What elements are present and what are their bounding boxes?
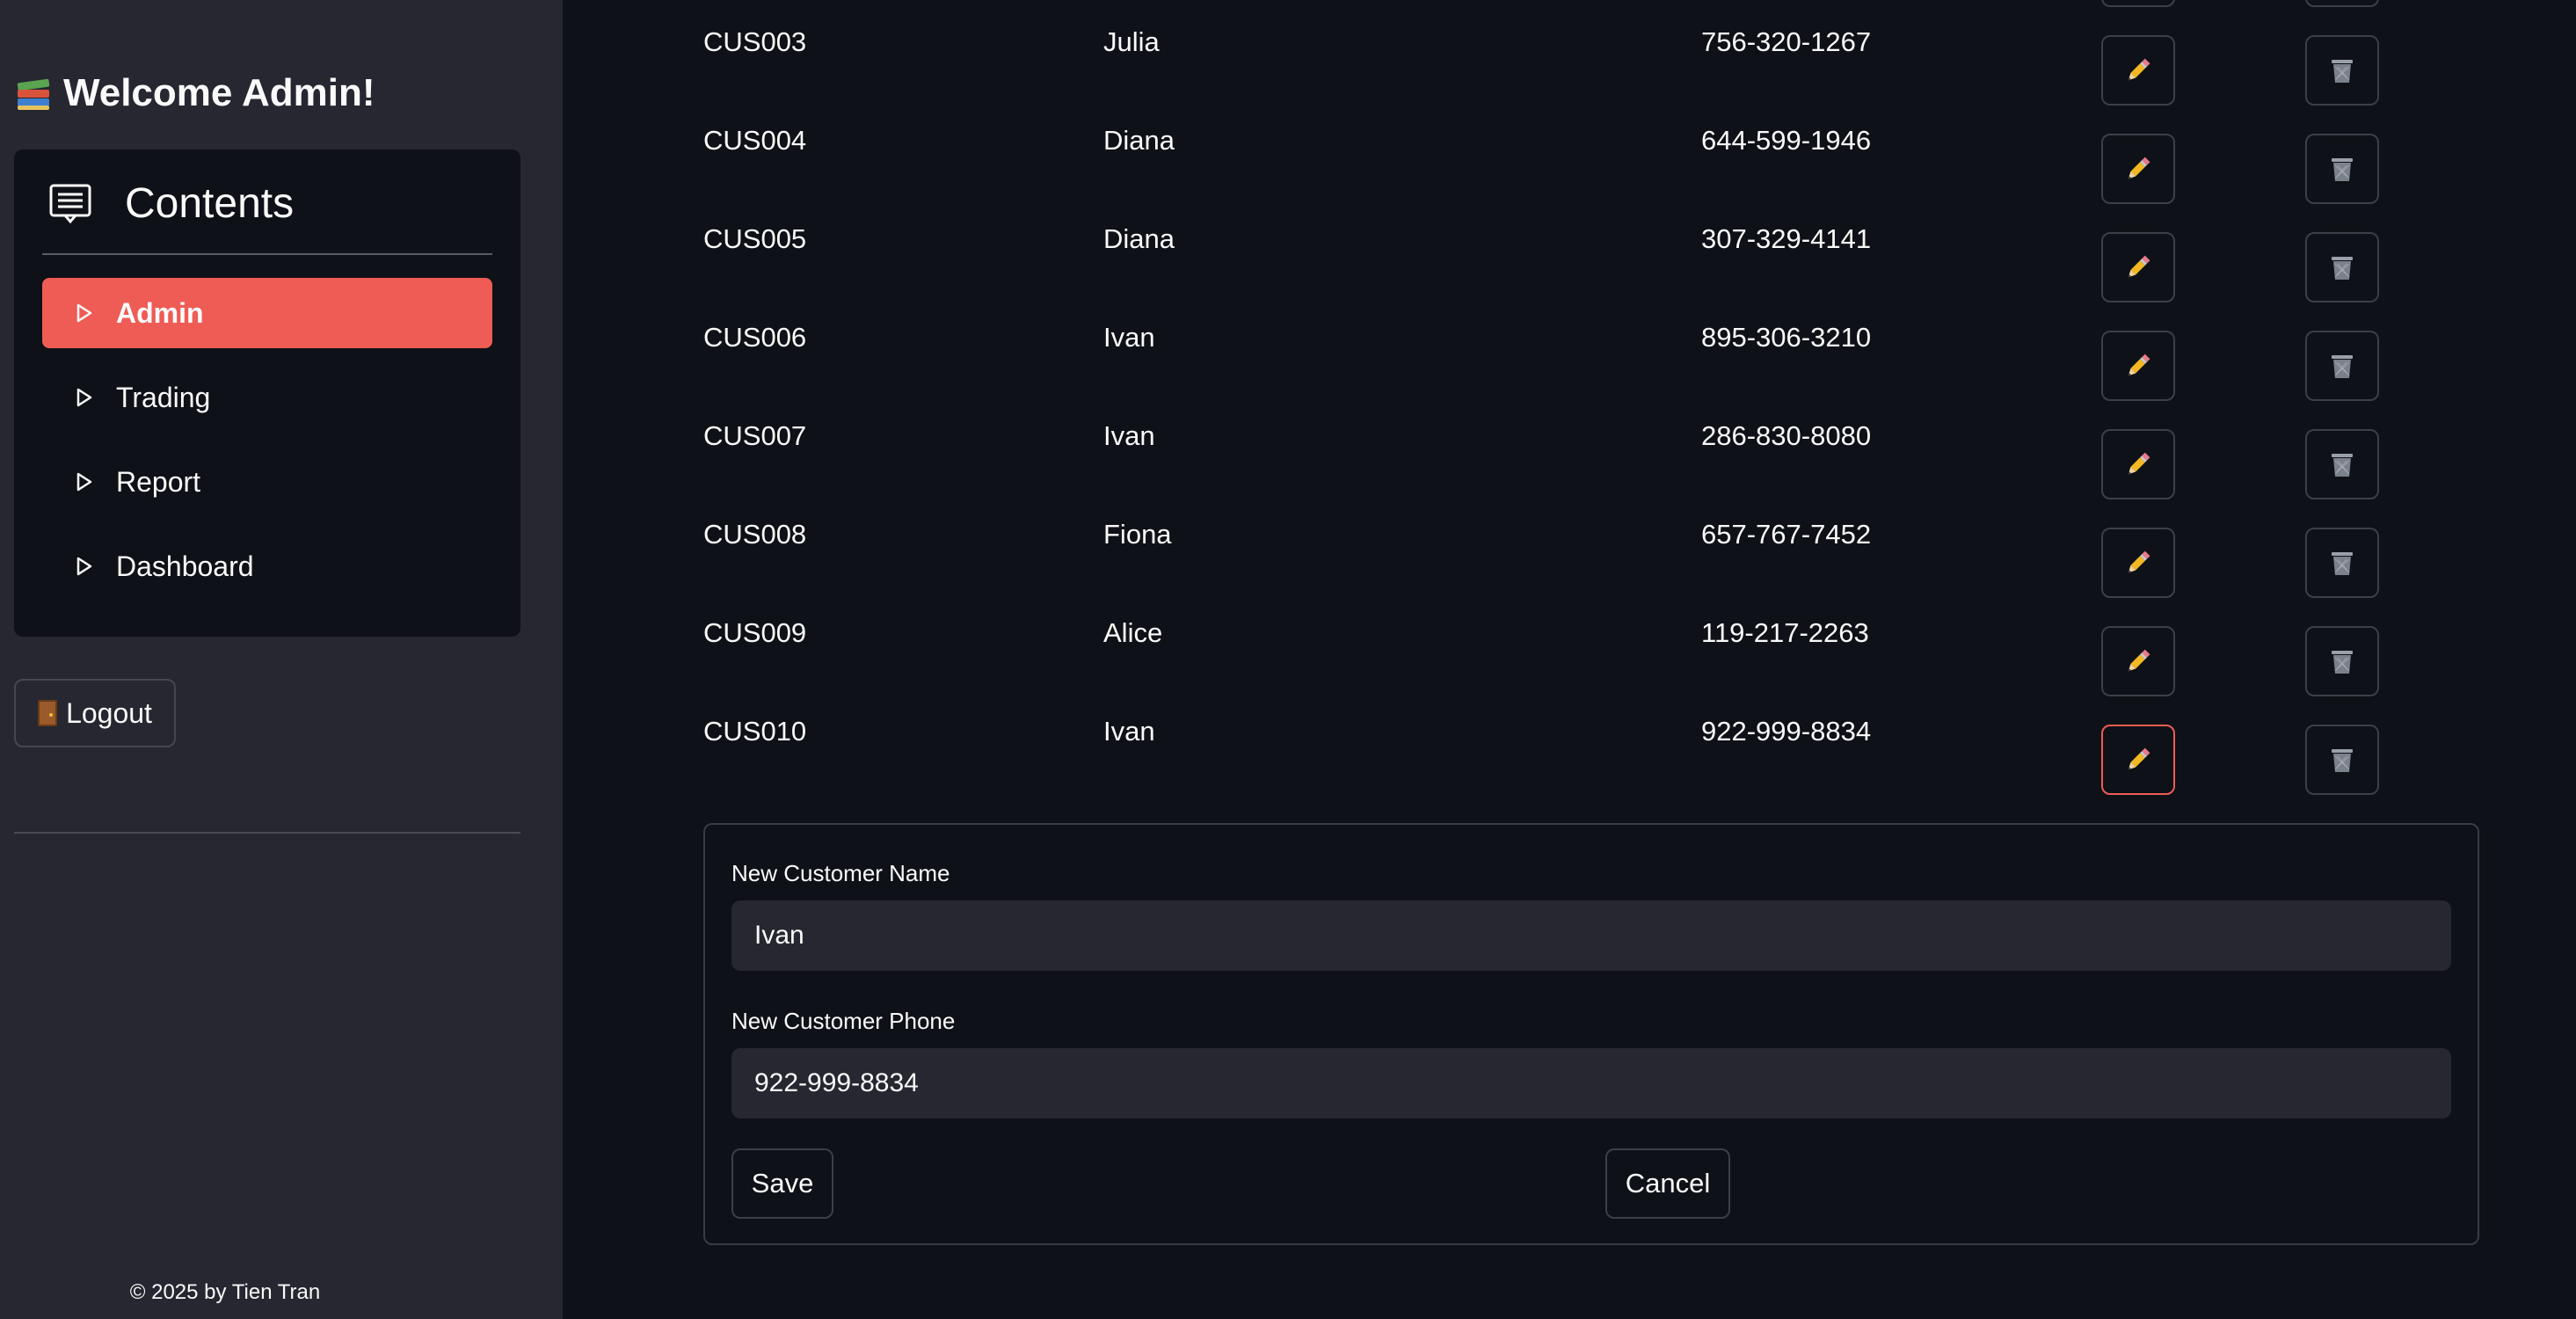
edit-button[interactable] xyxy=(2101,528,2175,598)
delete-button[interactable] xyxy=(2305,35,2379,106)
customer-phone: 657-767-7452 xyxy=(1701,519,1872,550)
delete-button[interactable] xyxy=(2305,626,2379,696)
edit-button[interactable] xyxy=(2101,626,2175,696)
trash-icon xyxy=(2332,651,2353,674)
trash-icon xyxy=(2332,60,2353,83)
customer-phone: 922-999-8834 xyxy=(1701,716,1872,747)
trash-icon xyxy=(2332,158,2353,181)
sidebar-divider xyxy=(14,832,520,834)
customer-name: Diana xyxy=(1103,125,1175,156)
edit-button[interactable] xyxy=(2101,232,2175,302)
delete-button[interactable] xyxy=(2305,528,2379,598)
customer-phone: 895-306-3210 xyxy=(1701,322,1872,353)
pencil-icon xyxy=(2128,550,2150,573)
customer-name-input[interactable] xyxy=(731,900,2451,971)
customer-id: CUS010 xyxy=(703,716,807,747)
table-row: CUS004 Diana 644-599-1946 xyxy=(563,98,2576,204)
delete-button[interactable] xyxy=(2305,429,2379,499)
trash-icon xyxy=(2332,552,2353,575)
triangle-right-icon xyxy=(76,303,92,323)
customer-name: Alice xyxy=(1103,617,1163,648)
menu-title: Contents xyxy=(125,179,295,227)
save-button[interactable]: Save xyxy=(731,1148,833,1219)
trash-icon xyxy=(2332,454,2353,477)
customer-id: CUS005 xyxy=(703,223,807,254)
edit-button[interactable] xyxy=(2101,725,2175,795)
delete-button[interactable] xyxy=(2305,331,2379,401)
edit-button[interactable] xyxy=(2101,134,2175,204)
pencil-icon xyxy=(2128,58,2150,81)
edit-button[interactable] xyxy=(2101,35,2175,106)
customer-phone: 756-320-1267 xyxy=(1701,26,1872,57)
menu-item-report[interactable]: Report xyxy=(42,447,492,517)
pencil-icon xyxy=(2128,649,2150,672)
customer-name: Diana xyxy=(1103,223,1175,254)
delete-button[interactable] xyxy=(2305,232,2379,302)
table-row: CUS010 Ivan 922-999-8834 xyxy=(563,689,2576,795)
menu-item-label: Report xyxy=(116,465,201,498)
triangle-right-icon xyxy=(76,557,92,576)
customer-id: CUS006 xyxy=(703,322,807,353)
customer-id: CUS007 xyxy=(703,420,807,451)
phone-field-label: New Customer Phone xyxy=(731,1008,956,1034)
books-icon xyxy=(16,76,51,111)
table-row: CUS006 Ivan 895-306-3210 xyxy=(563,295,2576,401)
edit-customer-form: New Customer Name New Customer Phone Sav… xyxy=(703,823,2479,1245)
menu-item-label: Dashboard xyxy=(116,550,254,582)
trash-icon xyxy=(2332,257,2353,280)
menu-item-admin[interactable]: Admin xyxy=(42,278,492,348)
delete-button[interactable] xyxy=(2305,725,2379,795)
table-row: CUS005 Diana 307-329-4141 xyxy=(563,197,2576,302)
table-row: CUS007 Ivan 286-830-8080 xyxy=(563,394,2576,499)
menu-header: Contents xyxy=(42,176,492,230)
logout-label: Logout xyxy=(66,696,152,729)
menu-item-label: Trading xyxy=(116,381,211,413)
edit-button[interactable] xyxy=(2101,429,2175,499)
customer-name: Ivan xyxy=(1103,322,1155,353)
table-row: CUS008 Fiona 657-767-7452 xyxy=(563,492,2576,598)
cancel-button[interactable]: Cancel xyxy=(1605,1148,1730,1219)
customer-id: CUS008 xyxy=(703,519,807,550)
main-content: CUS003 Julia 756-320-1267 CUS004 Diana 6… xyxy=(563,0,2576,1319)
triangle-right-icon xyxy=(76,388,92,407)
welcome-text: Welcome Admin! xyxy=(63,71,375,114)
customer-name: Ivan xyxy=(1103,420,1155,451)
customer-phone: 286-830-8080 xyxy=(1701,420,1872,451)
navigation-menu: Contents Admin Trading Report Dashboard xyxy=(14,149,520,637)
triangle-right-icon xyxy=(76,472,92,492)
logout-button[interactable]: Logout xyxy=(14,679,176,747)
menu-item-label: Admin xyxy=(116,296,204,329)
sidebar: Welcome Admin! Contents Admin Trading Re… xyxy=(0,0,563,1319)
name-field-label: New Customer Name xyxy=(731,860,950,886)
pencil-icon xyxy=(2128,255,2150,278)
customer-phone: 307-329-4141 xyxy=(1701,223,1872,254)
door-icon xyxy=(38,700,58,726)
pencil-icon xyxy=(2128,747,2150,770)
menu-item-trading[interactable]: Trading xyxy=(42,362,492,433)
table-row: CUS009 Alice 119-217-2263 xyxy=(563,591,2576,696)
welcome-heading: Welcome Admin! xyxy=(16,67,375,120)
table-row: CUS003 Julia 756-320-1267 xyxy=(563,0,2576,106)
customer-id: CUS009 xyxy=(703,617,807,648)
copyright-text: © 2025 by Tien Tran xyxy=(129,1280,321,1304)
customer-id: CUS003 xyxy=(703,26,807,57)
message-lines-icon xyxy=(49,184,91,224)
customer-phone: 119-217-2263 xyxy=(1701,617,1869,648)
menu-item-dashboard[interactable]: Dashboard xyxy=(42,531,492,601)
edit-button[interactable] xyxy=(2101,331,2175,401)
pencil-icon xyxy=(2128,353,2150,376)
customer-name: Julia xyxy=(1103,26,1160,57)
menu-divider xyxy=(42,253,492,255)
trash-icon xyxy=(2332,749,2353,772)
customer-name: Fiona xyxy=(1103,519,1172,550)
customer-id: CUS004 xyxy=(703,125,807,156)
customer-phone: 644-599-1946 xyxy=(1701,125,1872,156)
delete-button[interactable] xyxy=(2305,134,2379,204)
pencil-icon xyxy=(2128,157,2150,179)
pencil-icon xyxy=(2128,452,2150,475)
customer-phone-input[interactable] xyxy=(731,1048,2451,1119)
customer-name: Ivan xyxy=(1103,716,1155,747)
trash-icon xyxy=(2332,355,2353,378)
